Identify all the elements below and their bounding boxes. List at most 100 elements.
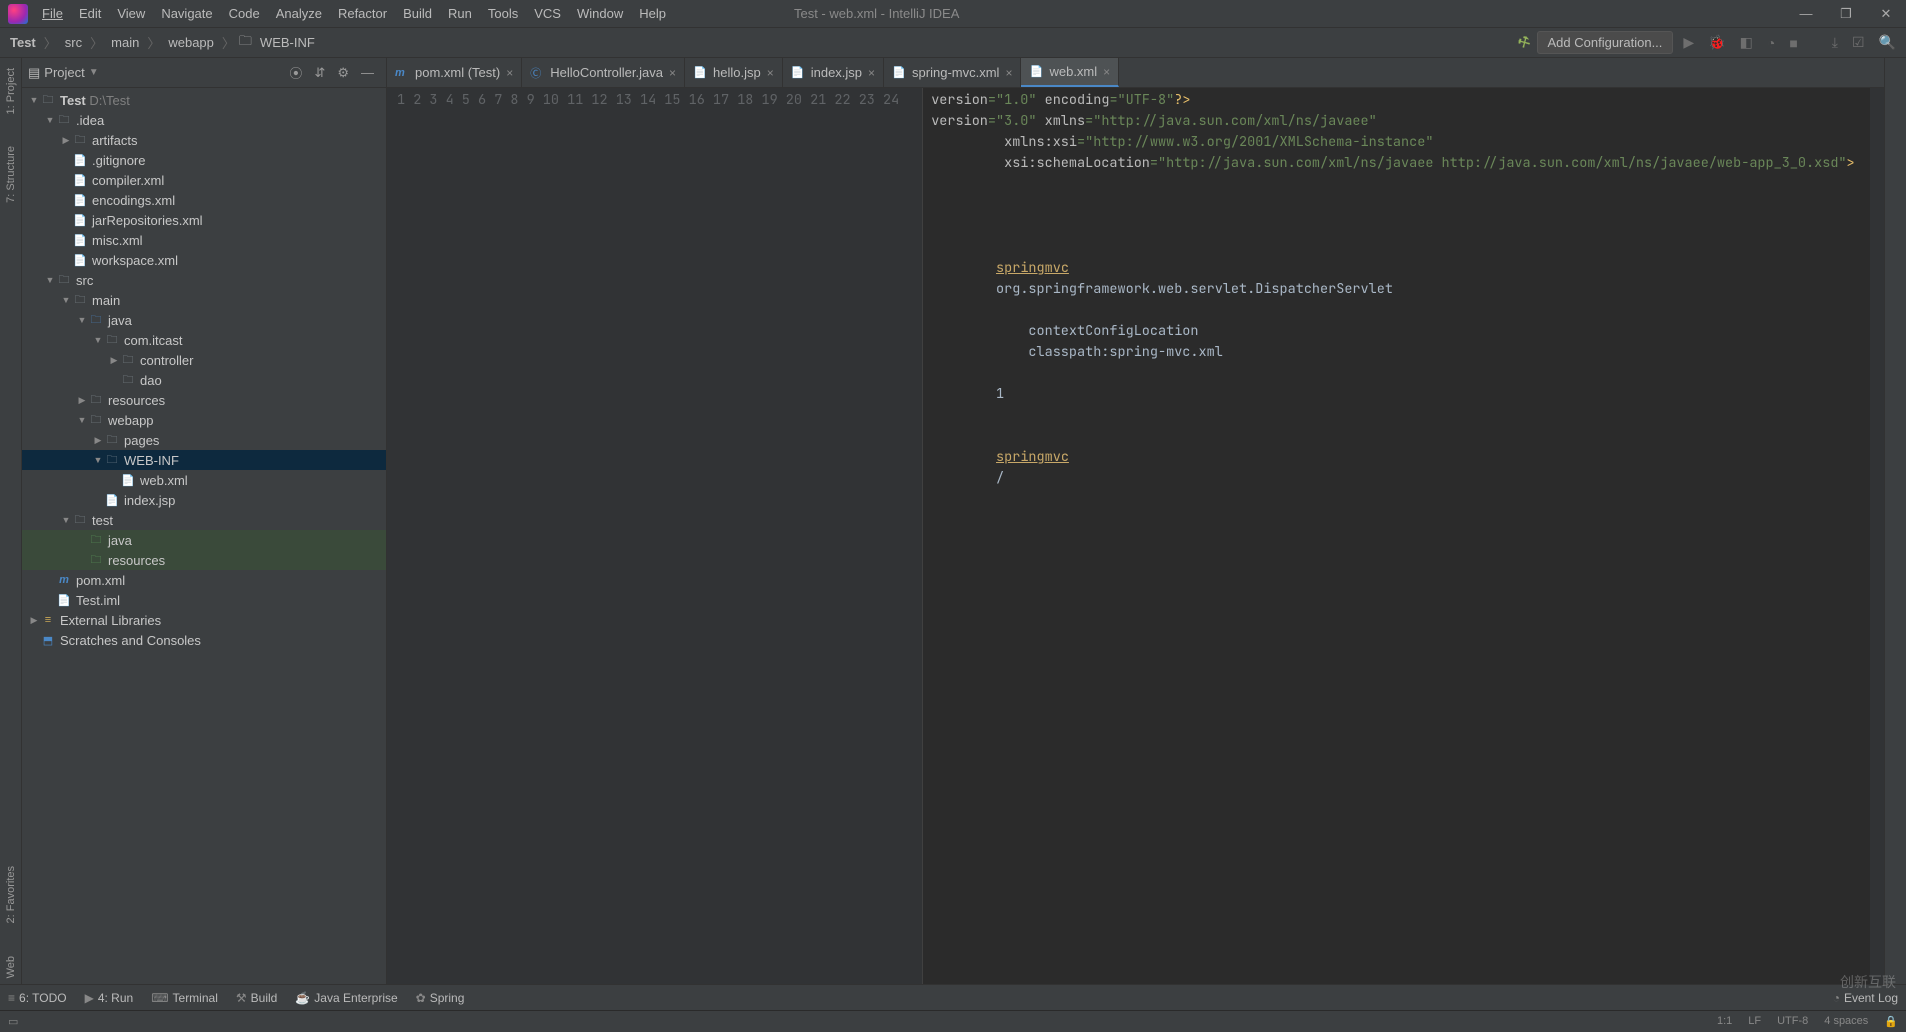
sidebar-tab-web[interactable]: Web: [5, 950, 17, 984]
profile-icon[interactable]: ◔: [1763, 35, 1779, 51]
menu-navigate[interactable]: Navigate: [153, 2, 220, 25]
close-button[interactable]: ✕: [1866, 0, 1906, 28]
tab-web-xml[interactable]: 📄web.xml×: [1021, 58, 1119, 87]
tree-node[interactable]: 📄.gitignore: [22, 150, 386, 170]
bottom-tab-java-enterprise[interactable]: ☕Java Enterprise: [295, 991, 397, 1005]
menu-vcs[interactable]: VCS: [526, 2, 569, 25]
bottom-tab-build[interactable]: ⚒Build: [236, 991, 277, 1005]
gear-icon[interactable]: ⚙: [331, 65, 355, 81]
build-icon[interactable]: ⚒: [1515, 32, 1534, 53]
tree-node-webinf[interactable]: ▼🗀WEB-INF: [22, 450, 386, 470]
bottom-tab-run[interactable]: ▶4: Run: [85, 991, 134, 1005]
menu-help[interactable]: Help: [631, 2, 674, 25]
chevron-down-icon[interactable]: ▼: [89, 67, 99, 78]
bottom-tab-event-log[interactable]: ◔Event Log: [1833, 991, 1898, 1005]
locate-icon[interactable]: ⦿: [283, 63, 308, 82]
tree-node-indexjsp[interactable]: 📄index.jsp: [22, 490, 386, 510]
status-encoding[interactable]: UTF-8: [1777, 1015, 1808, 1028]
tree-node-webxml[interactable]: 📄web.xml: [22, 470, 386, 490]
tree-node-pom[interactable]: mpom.xml: [22, 570, 386, 590]
tree-node-idea[interactable]: ▼🗀.idea: [22, 110, 386, 130]
project-panel-title[interactable]: Project: [44, 65, 84, 80]
tree-node-scratches[interactable]: ⬒Scratches and Consoles: [22, 630, 386, 650]
menu-analyze[interactable]: Analyze: [268, 2, 330, 25]
sidebar-tab-project[interactable]: 1: Project: [5, 62, 17, 120]
minimize-button[interactable]: —: [1786, 0, 1826, 28]
tree-node-src[interactable]: ▼🗀src: [22, 270, 386, 290]
tree-node-main[interactable]: ▼🗀main: [22, 290, 386, 310]
tree-node-test[interactable]: ▼🗀test: [22, 510, 386, 530]
status-indent[interactable]: 4 spaces: [1824, 1015, 1868, 1028]
tree-node[interactable]: 📄workspace.xml: [22, 250, 386, 270]
menu-code[interactable]: Code: [221, 2, 268, 25]
tree-node-test-res[interactable]: 🗀resources: [22, 550, 386, 570]
tree-node-webapp[interactable]: ▼🗀webapp: [22, 410, 386, 430]
tree-node-controller[interactable]: ▶🗀controller: [22, 350, 386, 370]
stop-icon[interactable]: ■: [1785, 35, 1801, 51]
lock-icon[interactable]: 🔒: [1884, 1015, 1898, 1028]
sidebar-tab-favorites[interactable]: 2: Favorites: [5, 860, 17, 929]
tree-node[interactable]: 📄jarRepositories.xml: [22, 210, 386, 230]
menu-window[interactable]: Window: [569, 2, 631, 25]
code-editor[interactable]: version="1.0" encoding="UTF-8"?> version…: [923, 88, 1870, 984]
tree-node[interactable]: 📄compiler.xml: [22, 170, 386, 190]
bottom-tab-todo[interactable]: ≡6: TODO: [8, 991, 67, 1005]
tree-node-root[interactable]: ▼🗀Test D:\Test: [22, 90, 386, 110]
tab-spring-mvc[interactable]: 📄spring-mvc.xml×: [884, 58, 1021, 87]
menu-refactor[interactable]: Refactor: [330, 2, 395, 25]
tab-pom[interactable]: mpom.xml (Test)×: [387, 58, 522, 87]
breadcrumb-item[interactable]: webapp: [164, 33, 218, 52]
bottom-tool-bar: ≡6: TODO ▶4: Run ⌨Terminal ⚒Build ☕Java …: [0, 984, 1906, 1010]
close-tab-icon[interactable]: ×: [1005, 66, 1012, 80]
tree-node-resources[interactable]: ▶🗀resources: [22, 390, 386, 410]
fold-gutter[interactable]: [909, 88, 923, 984]
add-configuration-button[interactable]: Add Configuration...: [1537, 31, 1674, 54]
breadcrumb-item[interactable]: WEB-INF: [256, 33, 319, 52]
hide-icon[interactable]: —: [355, 65, 380, 80]
close-tab-icon[interactable]: ×: [506, 66, 513, 80]
tab-index-jsp[interactable]: 📄index.jsp×: [783, 58, 884, 87]
tree-node-pkg[interactable]: ▼🗀com.itcast: [22, 330, 386, 350]
line-number-gutter[interactable]: 1 2 3 4 5 6 7 8 9 10 11 12 13 14 15 16 1…: [387, 88, 909, 984]
tab-hello-jsp[interactable]: 📄hello.jsp×: [685, 58, 783, 87]
breadcrumb-item[interactable]: src: [61, 33, 86, 52]
tree-node[interactable]: 📄encodings.xml: [22, 190, 386, 210]
menu-run[interactable]: Run: [440, 2, 480, 25]
status-icon[interactable]: ▭: [8, 1015, 18, 1028]
sidebar-tab-structure[interactable]: 7: Structure: [5, 140, 17, 209]
bottom-tab-spring[interactable]: ✿Spring: [416, 991, 465, 1005]
close-tab-icon[interactable]: ×: [669, 66, 676, 80]
vcs-update-icon[interactable]: ⤓: [1828, 34, 1842, 51]
tree-node-pages[interactable]: ▶🗀pages: [22, 430, 386, 450]
maximize-button[interactable]: ❐: [1826, 0, 1866, 28]
bottom-tab-terminal[interactable]: ⌨Terminal: [151, 991, 218, 1005]
menu-file[interactable]: File: [34, 2, 71, 25]
breadcrumb-item[interactable]: Test: [6, 33, 40, 52]
tree-node-test-java[interactable]: 🗀java: [22, 530, 386, 550]
expand-all-icon[interactable]: ⇵: [308, 65, 331, 81]
menu-edit[interactable]: Edit: [71, 2, 109, 25]
menu-build[interactable]: Build: [395, 2, 440, 25]
tree-node-dao[interactable]: 🗀dao: [22, 370, 386, 390]
menu-view[interactable]: View: [109, 2, 153, 25]
close-tab-icon[interactable]: ×: [1103, 65, 1110, 79]
debug-icon[interactable]: 🐞: [1704, 34, 1729, 51]
tab-hello-controller[interactable]: ⒸHelloController.java×: [522, 58, 685, 87]
menu-tools[interactable]: Tools: [480, 2, 526, 25]
run-icon[interactable]: ▶: [1679, 34, 1698, 51]
tree-node[interactable]: 📄misc.xml: [22, 230, 386, 250]
error-stripe[interactable]: [1870, 88, 1884, 984]
status-caret[interactable]: 1:1: [1717, 1015, 1732, 1028]
close-tab-icon[interactable]: ×: [767, 66, 774, 80]
search-everywhere-icon[interactable]: 🔍: [1875, 34, 1900, 51]
vcs-commit-icon[interactable]: ☑: [1848, 34, 1869, 51]
tree-node-java[interactable]: ▼🗀java: [22, 310, 386, 330]
project-tree[interactable]: ▼🗀Test D:\Test ▼🗀.idea ▶🗀artifacts 📄.git…: [22, 88, 386, 984]
coverage-icon[interactable]: ◧: [1736, 34, 1757, 51]
tree-node-iml[interactable]: 📄Test.iml: [22, 590, 386, 610]
tree-node[interactable]: ▶🗀artifacts: [22, 130, 386, 150]
tree-node-external[interactable]: ▶≡External Libraries: [22, 610, 386, 630]
close-tab-icon[interactable]: ×: [868, 66, 875, 80]
breadcrumb-item[interactable]: main: [107, 33, 143, 52]
status-line-ending[interactable]: LF: [1748, 1015, 1761, 1028]
